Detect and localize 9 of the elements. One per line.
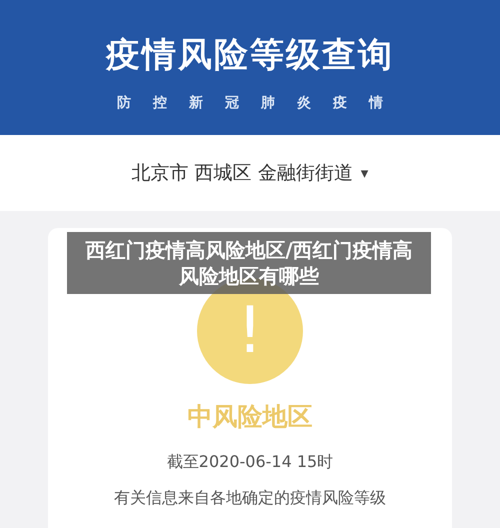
page-title: 疫情风险等级查询 <box>106 34 394 76</box>
exclamation-mark: ! <box>237 299 263 363</box>
location-dropdown[interactable]: 北京市 西城区 金融街街道 ▾ <box>132 158 368 188</box>
page-subtitle: 防控新冠肺炎疫情 <box>116 94 405 112</box>
risk-level: 中风险地区 <box>188 401 312 433</box>
caption-text: 西红门疫情高风险地区/西红门疫情高风险地区有哪些 <box>84 237 414 289</box>
caret-icon: ▾ <box>360 162 368 184</box>
source-note: 有关信息来自各地确定的疫情风险等级 <box>114 486 386 508</box>
update-time: 截至2020-06-14 15时 <box>166 450 334 472</box>
